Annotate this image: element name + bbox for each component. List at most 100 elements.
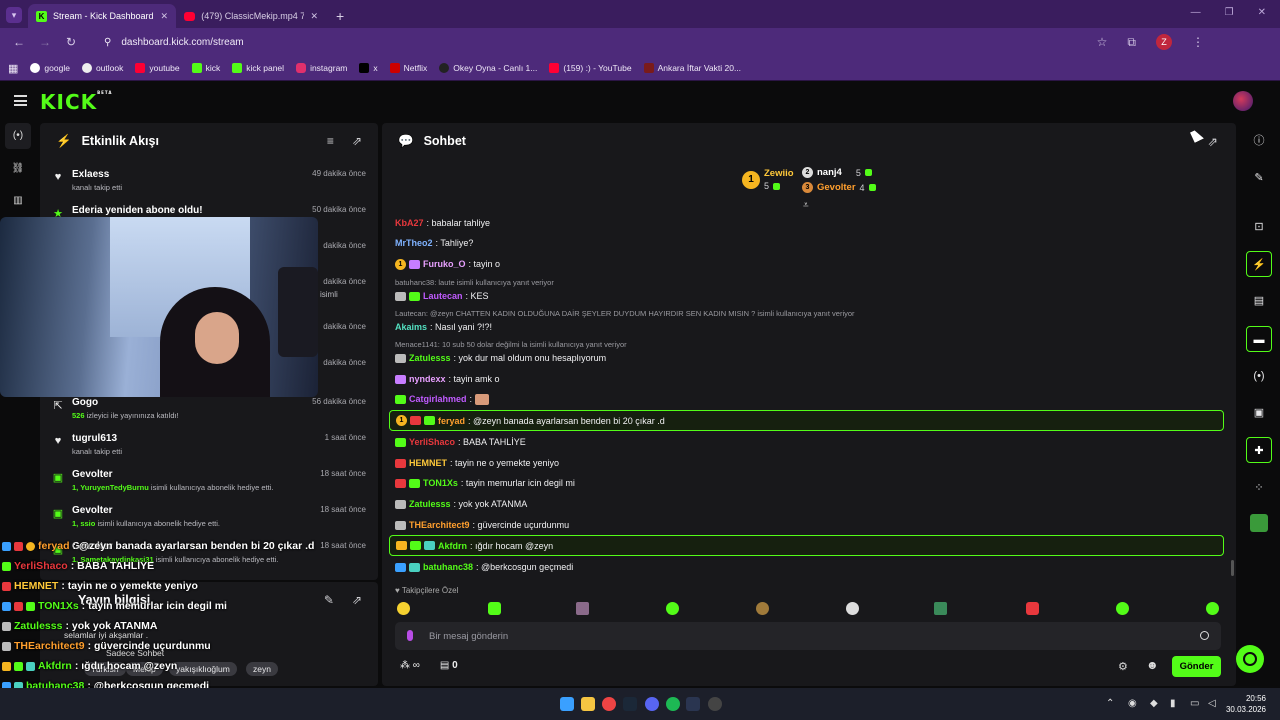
bookmark-okey[interactable]: Okey Oyna - Canlı 1... [439,63,537,73]
forward-icon[interactable]: → [36,35,54,49]
filter-icon[interactable]: ≡ [327,134,334,148]
info-icon[interactable]: ⓘ [1246,128,1272,154]
chrome-icon[interactable] [602,697,616,711]
chat-bubble-icon: 💬 [398,133,414,148]
bookmark-youtube[interactable]: youtube [135,63,180,73]
gifter-1[interactable]: Zewiio [764,168,794,179]
tray-chevron-icon[interactable]: ⌃ [1106,698,1114,709]
settings-icon[interactable]: ⚙ [1118,660,1128,673]
emote-icon[interactable] [1116,602,1129,615]
steam-icon[interactable] [623,697,637,711]
emote-icon[interactable] [756,602,769,615]
bookmark-ankara[interactable]: Ankara İftar Vakti 20... [643,63,741,73]
link-icon[interactable]: ⛓ [11,163,25,177]
emote-icon[interactable] [488,602,501,615]
activity-toggle-icon[interactable]: ⚡ [1246,251,1272,277]
tools-icon[interactable]: ✚ [1246,437,1272,463]
settings-app-icon[interactable] [708,697,722,711]
edit-icon[interactable]: ✎ [1246,165,1272,191]
bookmark-outlook[interactable]: outlook [81,63,123,73]
badge-icon [14,601,23,611]
emote-icon[interactable] [666,602,679,615]
screenshot-icon[interactable]: ⊡ [1246,214,1272,240]
system-clock[interactable]: 20:56 30.03.2026 [1226,693,1266,715]
popout-icon[interactable]: ⇗ [1208,134,1218,149]
viewers-stat[interactable]: ⁂ ∞ [400,660,420,671]
tray-steam-icon[interactable]: ◆ [1150,698,1158,709]
printer-icon[interactable]: ▣ [1246,400,1272,426]
game-icon[interactable] [1246,510,1272,536]
popout-icon[interactable]: ⇗ [352,593,362,607]
help-button[interactable] [1236,645,1264,673]
analytics-icon[interactable]: ▥ [11,195,25,209]
tray-network-icon[interactable]: ▭ [1190,698,1199,709]
extensions-icon[interactable]: ⧉ [1127,35,1136,50]
chat-toggle-icon[interactable]: ▬ [1246,326,1272,352]
collapse-icon[interactable]: ⩡ [803,200,809,211]
browser-menu-icon[interactable]: ⋮ [1192,35,1204,49]
chat-scrollbar[interactable] [1231,560,1234,576]
badge-icon [2,561,11,571]
user-avatar[interactable] [1233,91,1253,111]
tab-close-icon[interactable]: ✕ [310,11,318,22]
bookmark-kick-panel[interactable]: kick panel [232,63,284,73]
broadcast-icon[interactable]: (•) [1246,363,1272,389]
emote-icon[interactable] [576,602,589,615]
emote-picker-icon[interactable]: ☻ [1146,658,1159,672]
windows-start-icon[interactable] [560,697,574,711]
chat-input[interactable]: Bir mesaj gönderin [395,622,1221,650]
file-explorer-icon[interactable] [581,697,595,711]
bookmark-youtube-2[interactable]: (159) :) - YouTube [549,63,632,73]
webcam-chair [278,267,318,357]
emote-icon[interactable] [1206,602,1219,615]
emote-icon[interactable] [846,602,859,615]
bookmark-instagram[interactable]: instagram [296,63,347,73]
youtube-icon [135,63,146,73]
bookmark-kick[interactable]: kick [191,63,220,73]
badge-icon [26,661,35,671]
emote-icon[interactable] [397,602,410,615]
gifter-2[interactable]: 2 nanj4 5 [802,167,872,178]
emote-icon[interactable] [934,602,947,615]
bookmark-google[interactable]: google [30,63,70,73]
stream-icon[interactable]: (•) [5,123,31,149]
new-tab-icon[interactable]: + [336,8,344,24]
bookmark-star-icon[interactable]: ☆ [1097,35,1108,49]
microphone-icon[interactable] [407,630,413,641]
tray-app-icon[interactable]: ◉ [1128,698,1137,709]
chat-message: TON1Xs: tayin memurlar icin degil mi [389,473,1224,493]
popout-icon[interactable]: ⇗ [352,134,362,148]
close-window-icon[interactable]: ✕ [1258,7,1266,18]
bookmark-netflix[interactable]: Netflix [389,63,427,73]
tab-search-icon[interactable]: ▾ [6,7,22,23]
maximize-icon[interactable]: ❐ [1225,7,1234,18]
tray-volume-icon[interactable]: ◁ [1208,698,1216,709]
emoji-icon[interactable] [1200,631,1209,640]
discord-icon[interactable] [645,697,659,711]
send-button[interactable]: Gönder [1172,656,1221,677]
tab-close-icon[interactable]: ✕ [160,11,168,22]
points-stat[interactable]: ▤ 0 [440,660,458,671]
community-icon[interactable]: ⁘ [1246,475,1272,501]
site-info-icon[interactable]: ⚲ [104,37,111,48]
profile-avatar[interactable]: Z [1156,34,1172,50]
heart-icon: ♥ [395,586,402,595]
bookmark-x[interactable]: x [359,63,378,73]
gifter-3[interactable]: 3 Gevolter 4 [802,182,876,193]
tab-kick-dashboard[interactable]: K Stream - Kick Dashboard ✕ [28,4,176,28]
spotify-icon[interactable] [666,697,680,711]
tab-youtube[interactable]: (479) ClassicMekip.mp4 7.0 kısa ✕ [176,4,326,28]
apps-grid-icon[interactable]: ▦ [8,62,18,75]
kick-logo[interactable]: KICKBETA [40,90,112,114]
menu-icon[interactable] [14,95,27,106]
reload-icon[interactable]: ↻ [62,35,80,49]
event-sub: isimli [320,290,338,299]
document-icon[interactable]: ▤ [1246,288,1272,314]
kick-app-header: KICKBETA [0,81,1280,121]
minimize-icon[interactable]: — [1191,7,1201,18]
tray-mic-icon[interactable]: ▮ [1170,698,1176,709]
obs-icon[interactable] [686,697,700,711]
address-bar[interactable]: ⚲ dashboard.kick.com/stream ☆ ⧉ Z ⋮ [94,31,1204,53]
back-icon[interactable]: ← [10,35,28,49]
emote-icon[interactable] [1026,602,1039,615]
